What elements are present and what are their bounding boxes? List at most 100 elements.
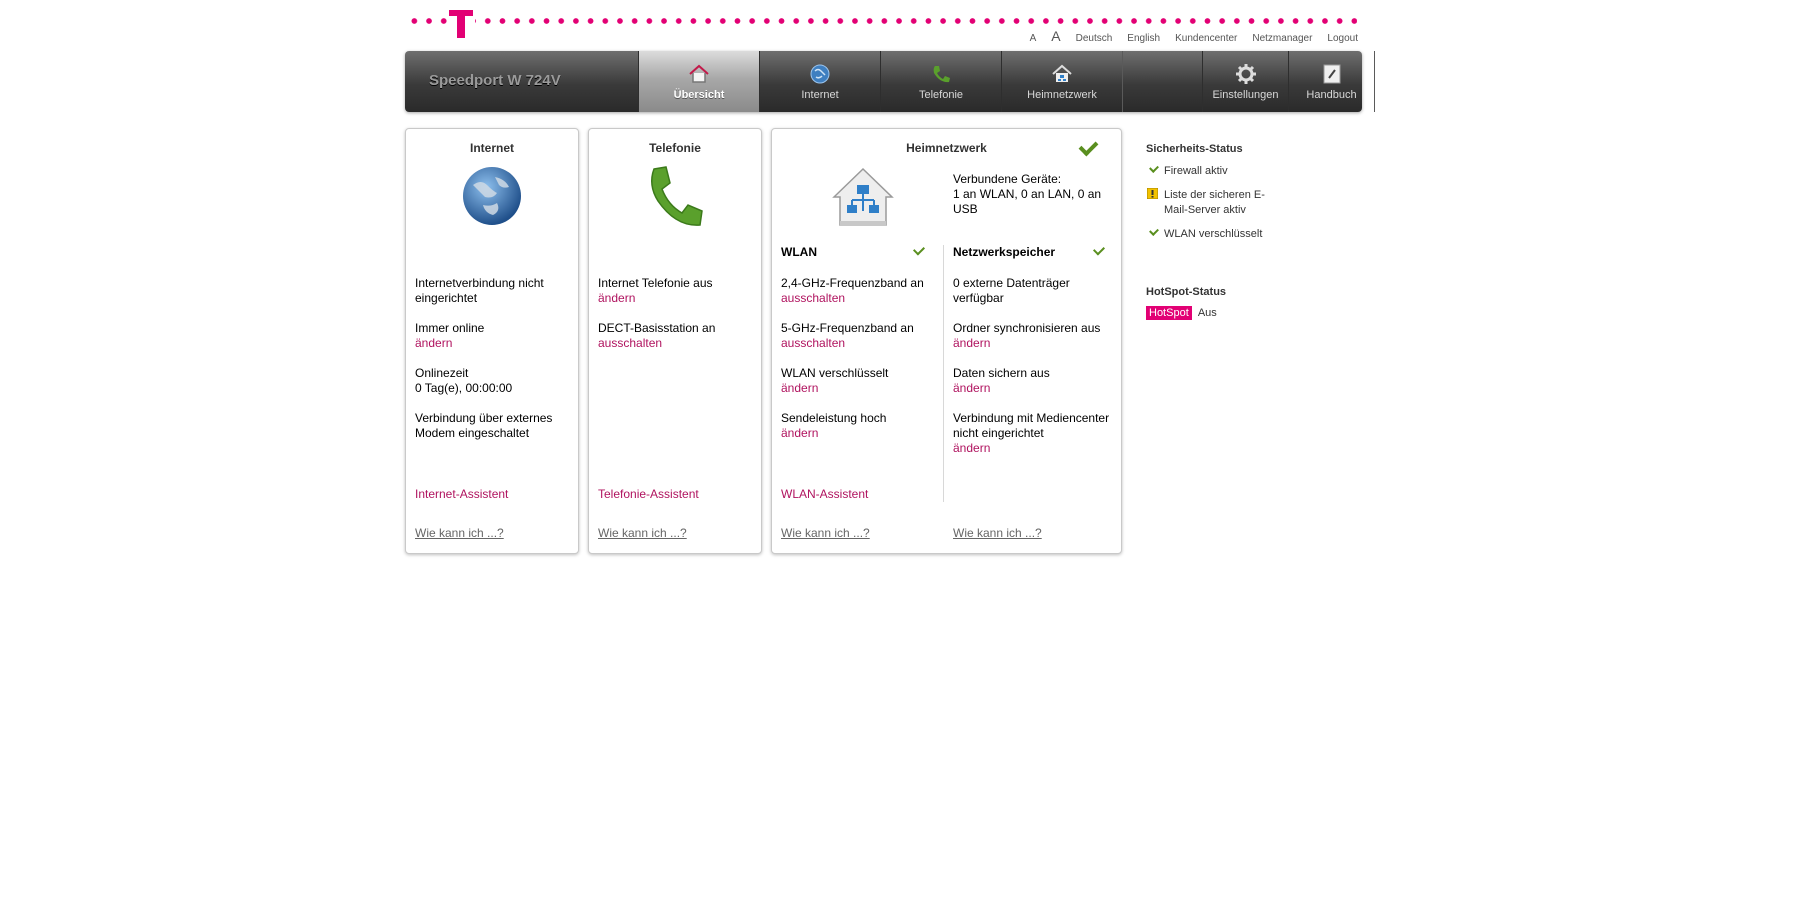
status-text: Daten sichern aus <box>953 366 1050 380</box>
nas-title: Netzwerkspeicher <box>953 245 1056 259</box>
font-size-large-button[interactable]: A <box>1051 28 1060 44</box>
wlan-assistant-link[interactable]: WLAN-Assistent <box>781 487 868 502</box>
nas-ok-icon <box>1092 243 1106 256</box>
telekom-logo[interactable] <box>447 6 475 42</box>
status-text: WLAN verschlüsselt <box>781 366 889 380</box>
status-text: Ordner synchronisieren aus <box>953 321 1101 335</box>
internet-card: Internet Internetverbindung nicht einger… <box>405 128 579 554</box>
heimnetzwerk-card: Heimnetzwerk Verbundene Geräte: 1 an WLA… <box>771 128 1122 554</box>
kundencenter-link[interactable]: Kundencenter <box>1175 33 1237 44</box>
telefonie-assistant-link[interactable]: Telefonie-Assistent <box>598 487 699 502</box>
globe-icon <box>809 63 831 85</box>
nas-storage: 0 externe Datenträger verfügbar <box>953 276 1070 305</box>
card-title: Telefonie <box>649 141 701 155</box>
hotspot-status: HotSpot Aus <box>1146 306 1316 320</box>
tab-label: Handbuch <box>1306 89 1357 101</box>
tab-label: Übersicht <box>673 89 725 101</box>
connected-devices: Verbundene Geräte: 1 an WLAN, 0 an LAN, … <box>953 172 1113 217</box>
network-home-icon <box>1051 63 1073 85</box>
devices-value: 1 an WLAN, 0 an LAN, 0 an USB <box>953 187 1102 216</box>
manual-icon <box>1321 63 1343 85</box>
tab-handbuch[interactable]: Handbuch <box>1288 51 1375 112</box>
change-link[interactable]: ändern <box>415 336 484 351</box>
dect-status: DECT-Basisstation an ausschalten <box>598 321 715 351</box>
status-text: Firewall aktiv <box>1164 165 1228 177</box>
netzmanager-link[interactable]: Netzmanager <box>1252 33 1312 44</box>
status-text: Immer online <box>415 321 485 335</box>
switch-off-link[interactable]: ausschalten <box>598 336 715 351</box>
how-to-link[interactable]: Wie kann ich ...? <box>781 526 870 540</box>
phone-icon <box>930 63 952 85</box>
tab-heimnetzwerk[interactable]: Heimnetzwerk <box>1001 51 1123 112</box>
router-ui-page: A A Deutsch English Kundencenter Netzman… <box>0 0 1820 920</box>
column-divider <box>943 245 944 502</box>
internet-assistant-link[interactable]: Internet-Assistent <box>415 487 508 502</box>
card-title: Heimnetzwerk <box>906 141 987 155</box>
wlan-encryption: WLAN verschlüsselt ändern <box>781 366 888 396</box>
change-link[interactable]: ändern <box>953 441 1118 456</box>
language-german-link[interactable]: Deutsch <box>1076 33 1113 44</box>
phone-icon <box>646 165 706 232</box>
telefonie-card: Telefonie Internet Telefonie aus ändern … <box>588 128 762 554</box>
how-to-link[interactable]: Wie kann ich ...? <box>953 526 1042 540</box>
status-text: Verbindung mit Mediencenter nicht einger… <box>953 411 1110 440</box>
firewall-status: Firewall aktiv <box>1146 163 1316 179</box>
tab-internet[interactable]: Internet <box>759 51 881 112</box>
status-text: Internet Telefonie aus <box>598 276 713 290</box>
devices-label: Verbundene Geräte: <box>953 172 1062 186</box>
hotspot-status-title: HotSpot-Status <box>1146 286 1227 298</box>
check-icon <box>1149 163 1159 173</box>
tab-uebersicht[interactable]: Übersicht <box>638 51 760 112</box>
warning-icon <box>1146 187 1159 204</box>
nas-sync: Ordner synchronisieren aus ändern <box>953 321 1100 351</box>
onlinetime-value: 0 Tag(e), 00:00:00 <box>415 381 513 395</box>
tab-label: Telefonie <box>918 89 964 101</box>
language-english-link[interactable]: English <box>1127 33 1160 44</box>
wlan-title: WLAN <box>781 245 817 259</box>
main-navigation: Speedport W 724V Übersicht Internet Tele… <box>405 51 1375 112</box>
tab-einstellungen[interactable]: Einstellungen <box>1202 51 1289 112</box>
switch-off-link[interactable]: ausschalten <box>781 336 914 351</box>
status-text: 2,4-GHz-Frequenzband an <box>781 276 924 290</box>
tab-telefonie[interactable]: Telefonie <box>880 51 1002 112</box>
gear-icon <box>1235 63 1257 85</box>
security-status-title: Sicherheits-Status <box>1146 143 1243 155</box>
wlan-24ghz: 2,4-GHz-Frequenzband an ausschalten <box>781 276 924 306</box>
check-icon <box>1149 226 1159 236</box>
logout-link[interactable]: Logout <box>1327 33 1358 44</box>
status-text: 5-GHz-Frequenzband an <box>781 321 914 335</box>
internet-modem-status: Verbindung über externes Modem eingescha… <box>415 411 553 440</box>
status-text: DECT-Basisstation an <box>598 321 716 335</box>
card-title: Internet <box>469 141 514 155</box>
how-to-link[interactable]: Wie kann ich ...? <box>598 526 687 540</box>
how-to-link[interactable]: Wie kann ich ...? <box>415 526 504 540</box>
internet-connection-status: Internetverbindung nicht eingerichtet <box>415 276 544 305</box>
hotspot-state: Aus <box>1197 307 1217 319</box>
home-icon <box>688 63 710 85</box>
globe-icon <box>461 165 523 230</box>
switch-off-link[interactable]: ausschalten <box>781 291 924 306</box>
change-link[interactable]: ändern <box>781 381 888 396</box>
nas-backup: Daten sichern aus ändern <box>953 366 1050 396</box>
wlan-status: WLAN verschlüsselt <box>1146 226 1316 242</box>
internet-always-online: Immer online ändern <box>415 321 484 351</box>
status-text: WLAN verschlüsselt <box>1164 228 1263 240</box>
brand-dots <box>407 18 1357 24</box>
font-size-small-button[interactable]: A <box>1030 33 1037 44</box>
change-link[interactable]: ändern <box>598 291 713 306</box>
change-link[interactable]: ändern <box>781 426 886 441</box>
tab-label: Heimnetzwerk <box>1027 89 1097 101</box>
status-text: Liste der sicheren E-Mail-Server aktiv <box>1164 189 1265 216</box>
mailserver-status: Liste der sicheren E-Mail-Server aktiv <box>1146 187 1284 218</box>
change-link[interactable]: ändern <box>953 381 1050 396</box>
onlinetime-label: Onlinezeit <box>415 366 469 380</box>
internet-telefonie-status: Internet Telefonie aus ändern <box>598 276 713 306</box>
status-text: Sendeleistung hoch <box>781 411 887 425</box>
change-link[interactable]: ändern <box>953 336 1100 351</box>
nas-mediencenter: Verbindung mit Mediencenter nicht einger… <box>953 411 1118 456</box>
utility-links: A A Deutsch English Kundencenter Netzman… <box>1030 28 1358 44</box>
hotspot-badge: HotSpot <box>1146 306 1192 320</box>
network-home-icon <box>830 165 896 232</box>
wlan-5ghz: 5-GHz-Frequenzband an ausschalten <box>781 321 914 351</box>
status-sidebar: Sicherheits-Status Firewall aktiv Liste … <box>1146 143 1316 320</box>
